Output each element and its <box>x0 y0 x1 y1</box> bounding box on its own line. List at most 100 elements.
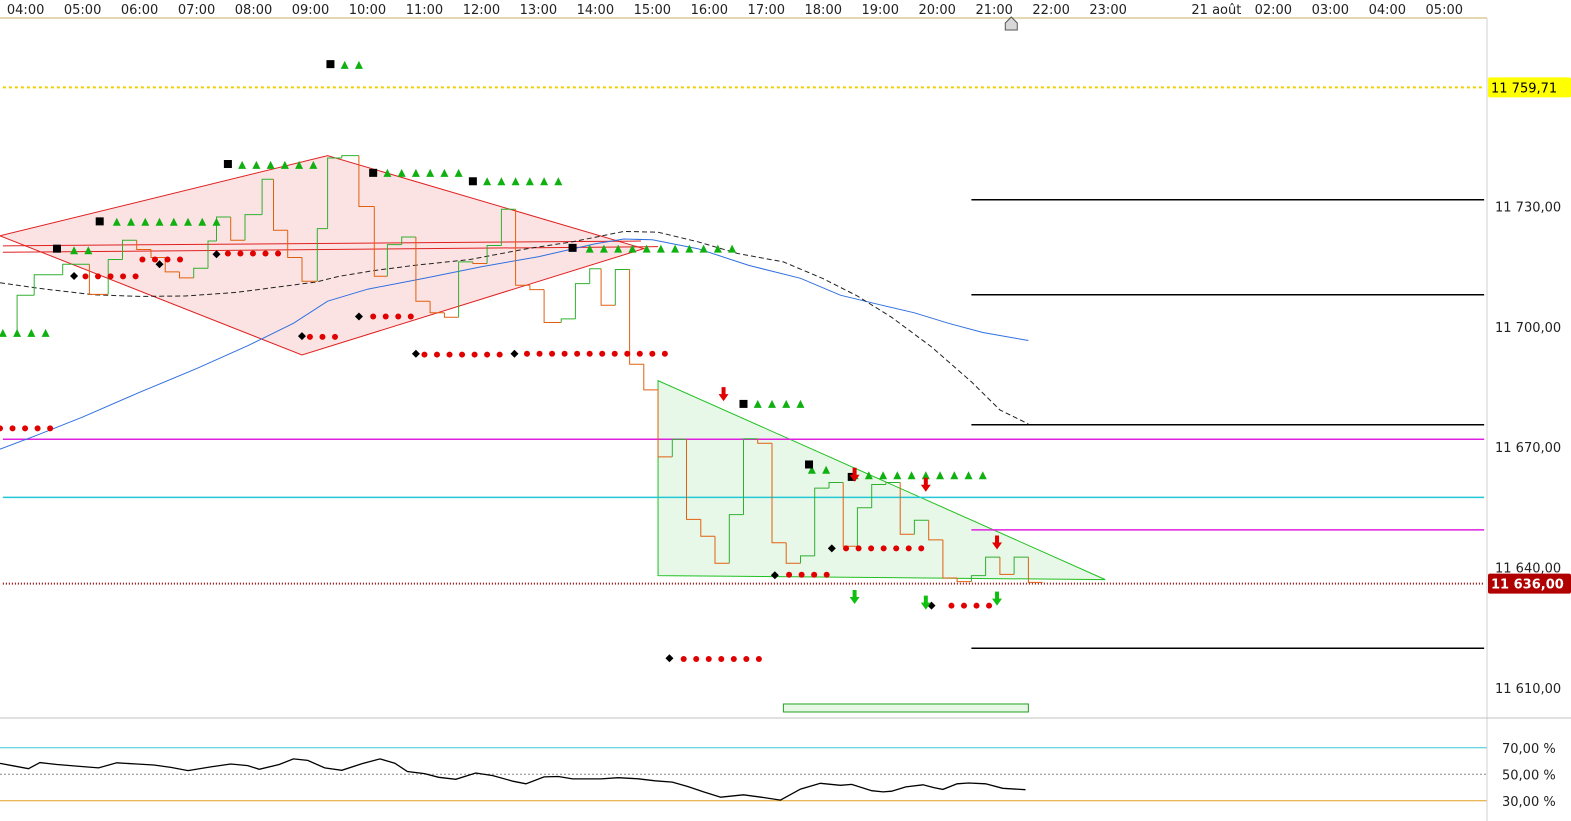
x-tick-label: 05:00 <box>1426 3 1463 18</box>
signal-square <box>568 243 577 252</box>
sell-signal-dot <box>755 656 762 663</box>
signal-square <box>52 244 61 253</box>
sell-signal-dot <box>459 351 466 358</box>
sell-signal-dot <box>561 350 568 357</box>
x-tick-label: 13:00 <box>520 3 557 18</box>
osc-y-tick-label: 50,00 % <box>1502 768 1556 783</box>
oscillator-background <box>0 720 1487 821</box>
sell-signal-dot <box>306 333 313 340</box>
x-tick-label: 19:00 <box>862 3 899 18</box>
y-tick-label: 11 730,00 <box>1495 201 1561 216</box>
sell-signal-dot <box>718 656 725 663</box>
x-tick-label: 06:00 <box>121 3 158 18</box>
osc-y-tick-label: 70,00 % <box>1502 742 1556 757</box>
sell-signal-dot <box>496 351 503 358</box>
sell-signal-dot <box>973 602 980 609</box>
sell-signal-dot <box>139 256 146 263</box>
sell-signal-dot <box>332 333 339 340</box>
sell-signal-dot <box>549 350 556 357</box>
x-tick-label: 08:00 <box>235 3 272 18</box>
sell-signal-dot <box>636 350 643 357</box>
x-tick-label: 11:00 <box>406 3 443 18</box>
sell-signal-dot <box>22 425 29 432</box>
sell-signal-dot <box>370 313 377 320</box>
sell-signal-dot <box>132 273 139 280</box>
sell-signal-dot <box>446 351 453 358</box>
sell-signal-dot <box>484 351 491 358</box>
sell-signal-dot <box>224 250 231 257</box>
sell-signal-dot <box>823 571 830 578</box>
sell-signal-dot <box>395 313 402 320</box>
signal-square <box>369 168 378 177</box>
sell-signal-dot <box>433 351 440 358</box>
sell-signal-dot <box>262 250 269 257</box>
sell-signal-dot <box>574 350 581 357</box>
sell-signal-dot <box>47 425 54 432</box>
sell-signal-dot <box>661 350 668 357</box>
sell-signal-dot <box>918 545 925 552</box>
green-box <box>782 703 1029 713</box>
x-tick-label: 03:00 <box>1312 3 1349 18</box>
sell-signal-dot <box>237 250 244 257</box>
x-tick-label: 04:00 <box>1369 3 1406 18</box>
sell-signal-dot <box>986 602 993 609</box>
sell-signal-dot <box>611 350 618 357</box>
sell-signal-dot <box>624 350 631 357</box>
osc-y-tick-label: 30,00 % <box>1502 795 1556 810</box>
x-tick-label: 17:00 <box>748 3 785 18</box>
y-tick-label: 11 610,00 <box>1495 682 1561 697</box>
x-tick-label: 02:00 <box>1255 3 1292 18</box>
x-tick-label: 07:00 <box>178 3 215 18</box>
x-tick-label: 04:00 <box>7 3 44 18</box>
sell-signal-dot <box>743 656 750 663</box>
price-flag-label: 11 636,00 <box>1491 578 1564 593</box>
sell-signal-dot <box>249 250 256 257</box>
sell-signal-dot <box>893 545 900 552</box>
sell-signal-dot <box>382 313 389 320</box>
sell-signal-dot <box>275 250 282 257</box>
sell-signal-dot <box>705 656 712 663</box>
signal-square <box>805 460 814 469</box>
x-tick-label: 22:00 <box>1032 3 1069 18</box>
sell-signal-dot <box>94 273 101 280</box>
sell-signal-dot <box>730 656 737 663</box>
x-tick-label: 21:00 <box>975 3 1012 18</box>
main-plot-background <box>0 18 1487 718</box>
signal-square <box>95 217 104 226</box>
sell-signal-dot <box>82 273 89 280</box>
x-tick-label: 14:00 <box>577 3 614 18</box>
sell-signal-dot <box>960 602 967 609</box>
signal-square <box>326 60 335 69</box>
sell-signal-dot <box>9 425 16 432</box>
sell-signal-dot <box>905 545 912 552</box>
sell-signal-dot <box>107 273 114 280</box>
x-tick-label: 15:00 <box>634 3 671 18</box>
sell-signal-dot <box>177 256 184 263</box>
sell-signal-dot <box>586 350 593 357</box>
sell-signal-dot <box>536 350 543 357</box>
x-tick-label: 21 août <box>1191 3 1241 18</box>
x-tick-label: 16:00 <box>691 3 728 18</box>
sell-signal-dot <box>948 602 955 609</box>
trading-chart[interactable]: 04:00 05:00 06:00 07:00 08:00 09:00 10:00 11:00… <box>0 0 1571 821</box>
sell-signal-dot <box>319 333 326 340</box>
sell-signal-dot <box>151 256 158 263</box>
price-flag-label: 11 759,71 <box>1491 81 1557 96</box>
x-tick-label: 18:00 <box>805 3 842 18</box>
x-tick-label: 12:00 <box>463 3 500 18</box>
sell-signal-dot <box>868 545 875 552</box>
signal-square <box>739 399 748 408</box>
oscillator-panel[interactable] <box>0 720 1487 821</box>
x-tick-label: 23:00 <box>1089 3 1126 18</box>
sell-signal-dot <box>798 571 805 578</box>
sell-signal-dot <box>843 545 850 552</box>
sell-signal-dot <box>599 350 606 357</box>
x-tick-label: 10:00 <box>349 3 386 18</box>
sell-signal-dot <box>680 656 687 663</box>
sell-signal-dot <box>811 571 818 578</box>
x-tick-label: 05:00 <box>64 3 101 18</box>
signal-square <box>468 177 477 186</box>
sell-signal-dot <box>855 545 862 552</box>
sell-signal-dot <box>786 571 793 578</box>
sell-signal-dot <box>164 256 171 263</box>
